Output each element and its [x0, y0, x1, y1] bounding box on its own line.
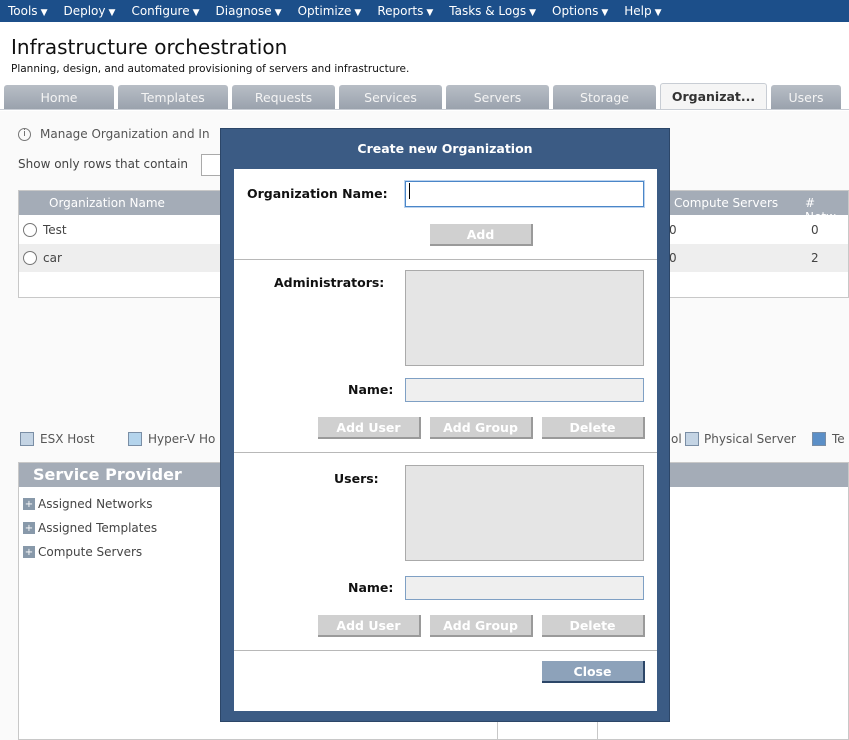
esx-host-icon [20, 432, 34, 446]
tab-templates[interactable]: Templates [118, 85, 228, 109]
chevron-down-icon: ▼ [108, 8, 116, 18]
tab-home[interactable]: Home [4, 85, 114, 109]
separator [234, 650, 657, 651]
column-organization-name[interactable]: Organization Name [49, 196, 165, 210]
chevron-down-icon: ▼ [601, 8, 609, 18]
template-icon [812, 432, 826, 446]
menu-tools[interactable]: Tools ▼ [0, 0, 55, 22]
separator [234, 452, 657, 453]
menu-deploy[interactable]: Deploy ▼ [55, 0, 123, 22]
chevron-down-icon: ▼ [274, 8, 282, 18]
tab-organizations[interactable]: Organizat... [660, 83, 767, 109]
tab-users[interactable]: Users [771, 85, 841, 109]
row-radio[interactable] [23, 223, 37, 237]
hyperv-host-icon [128, 432, 142, 446]
chevron-down-icon: ▼ [426, 8, 434, 18]
tab-storage[interactable]: Storage [553, 85, 656, 109]
info-line: i Manage Organization and In [18, 127, 210, 141]
expand-icon[interactable]: + [23, 546, 35, 558]
info-icon: i [18, 127, 31, 141]
top-menu-bar: Tools ▼ Deploy ▼ Configure ▼ Diagnose ▼ Opti… [0, 0, 849, 22]
expand-icon[interactable]: + [23, 498, 35, 510]
tree-item-assigned-networks[interactable]: + Assigned Networks [23, 497, 152, 511]
menu-reports[interactable]: Reports ▼ [369, 0, 441, 22]
chevron-down-icon: ▼ [654, 8, 662, 18]
users-label: Users: [334, 471, 379, 486]
menu-help[interactable]: Help ▼ [616, 0, 669, 22]
chevron-down-icon: ▼ [354, 8, 362, 18]
tab-services[interactable]: Services [339, 85, 442, 109]
expand-icon[interactable]: + [23, 522, 35, 534]
menu-tasks-logs[interactable]: Tasks & Logs ▼ [441, 0, 544, 22]
dialog-body: Organization Name: Add Administrators: N… [234, 169, 657, 711]
users-list[interactable] [405, 465, 644, 561]
menu-diagnose[interactable]: Diagnose ▼ [208, 0, 290, 22]
filter-label: Show only rows that contain [18, 157, 189, 171]
tab-requests[interactable]: Requests [232, 85, 335, 109]
tree-item-assigned-templates[interactable]: + Assigned Templates [23, 521, 157, 535]
chevron-down-icon: ▼ [40, 8, 48, 18]
user-add-user-button[interactable]: Add User [318, 615, 421, 637]
organization-name-label: Organization Name: [247, 186, 388, 201]
admin-add-user-button[interactable]: Add User [318, 417, 421, 439]
admin-name-label: Name: [348, 382, 394, 397]
column-compute-servers[interactable]: Compute Servers [674, 196, 778, 210]
user-name-input[interactable] [405, 576, 644, 600]
menu-options[interactable]: Options ▼ [544, 0, 616, 22]
tree-item-compute-servers[interactable]: + Compute Servers [23, 545, 142, 559]
admin-name-input[interactable] [405, 378, 644, 402]
administrators-label: Administrators: [274, 275, 385, 290]
administrators-list[interactable] [405, 270, 644, 366]
tab-servers[interactable]: Servers [446, 85, 549, 109]
create-organization-dialog: Create new Organization Organization Nam… [220, 128, 670, 722]
close-button[interactable]: Close [542, 661, 645, 683]
physical-server-icon [685, 432, 699, 446]
user-delete-button[interactable]: Delete [542, 615, 645, 637]
admin-delete-button[interactable]: Delete [542, 417, 645, 439]
chevron-down-icon: ▼ [529, 8, 537, 18]
add-organization-button[interactable]: Add [430, 224, 533, 246]
page-title: Infrastructure orchestration [11, 35, 288, 59]
organization-name-input[interactable] [405, 181, 644, 207]
user-name-label: Name: [348, 580, 394, 595]
menu-configure[interactable]: Configure ▼ [123, 0, 207, 22]
admin-add-group-button[interactable]: Add Group [430, 417, 533, 439]
chevron-down-icon: ▼ [192, 8, 200, 18]
text-cursor [409, 183, 410, 199]
menu-optimize[interactable]: Optimize ▼ [290, 0, 370, 22]
row-radio[interactable] [23, 251, 37, 265]
dialog-title: Create new Organization [357, 141, 533, 156]
user-add-group-button[interactable]: Add Group [430, 615, 533, 637]
separator [234, 259, 657, 260]
main-tabs: Home Templates Requests Services Servers… [0, 83, 849, 110]
page-subtitle: Planning, design, and automated provisio… [11, 63, 410, 75]
